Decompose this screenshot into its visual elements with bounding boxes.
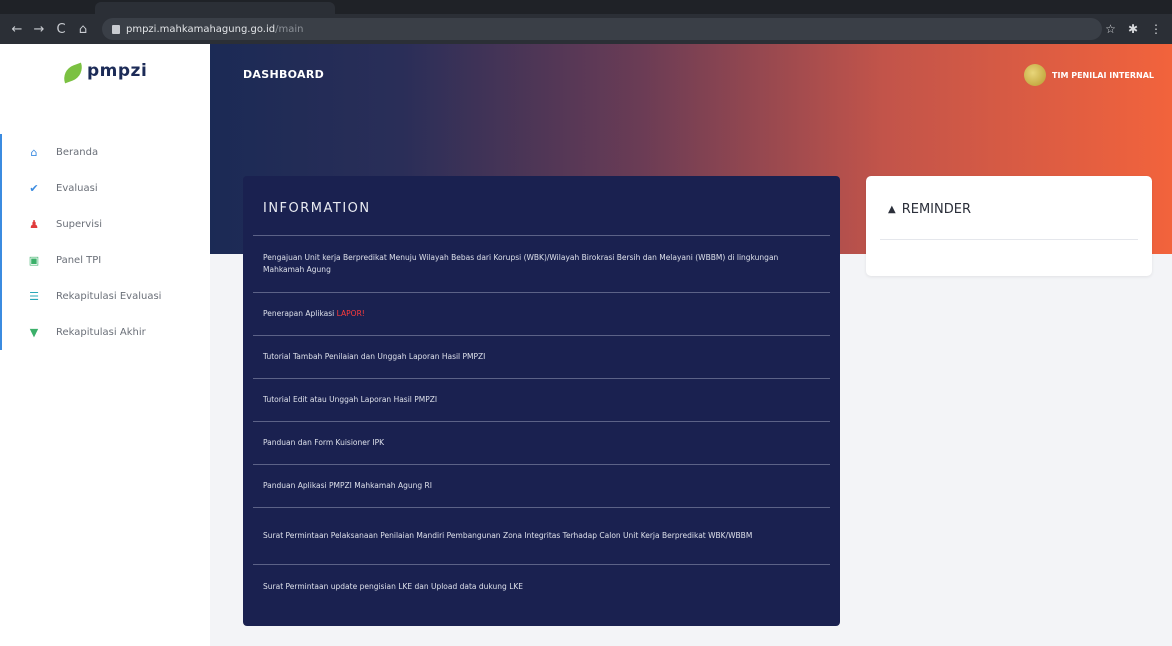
information-link-label[interactable]: Tutorial Edit atau Unggah Laporan Hasil … bbox=[263, 395, 437, 404]
information-link[interactable]: Tutorial Edit atau Unggah Laporan Hasil … bbox=[253, 379, 830, 422]
browser-menu-icon[interactable]: ⋮ bbox=[1150, 22, 1162, 36]
bell-icon: ▲ bbox=[888, 204, 896, 215]
check-icon: ✔ bbox=[29, 181, 39, 195]
sidebar-item-rekapitulasi-evaluasi[interactable]: ☰ Rekapitulasi Evaluasi bbox=[2, 278, 210, 314]
url-host: pmpzi.mahkamahagung.go.id bbox=[126, 23, 276, 35]
user-icon: ♟ bbox=[29, 217, 39, 231]
browser-tab[interactable] bbox=[95, 2, 335, 14]
information-title: INFORMATION bbox=[253, 176, 830, 236]
sidebar-item-label: Panel TPI bbox=[56, 254, 102, 266]
information-link-text[interactable]: Panduan Aplikasi PMPZI Mahkamah Agung RI bbox=[263, 480, 432, 492]
home-icon: ⌂ bbox=[30, 145, 38, 159]
tab-strip bbox=[0, 0, 1172, 14]
information-link-label[interactable]: Panduan dan Form Kuisioner IPK bbox=[263, 438, 384, 447]
user-menu[interactable]: TIM PENILAI INTERNAL bbox=[1024, 64, 1154, 86]
reminder-header: ▲ REMINDER bbox=[866, 176, 1152, 217]
information-link[interactable]: Penerapan Aplikasi LAPOR! bbox=[253, 293, 830, 336]
list-icon: ☰ bbox=[29, 289, 39, 303]
highlight-text[interactable]: LAPOR! bbox=[337, 309, 365, 318]
information-link[interactable]: Surat Permintaan Pelaksanaan Penilaian M… bbox=[253, 508, 830, 565]
extensions-icon[interactable]: ✱ bbox=[1128, 22, 1138, 36]
information-link-label[interactable]: Penerapan Aplikasi bbox=[263, 309, 337, 318]
reload-icon[interactable]: C bbox=[50, 22, 72, 37]
url-path: /main bbox=[275, 23, 304, 35]
logo[interactable]: pmpzi bbox=[60, 61, 148, 84]
information-link-label[interactable]: Tutorial Tambah Penilaian dan Unggah Lap… bbox=[263, 352, 485, 361]
user-name[interactable]: TIM PENILAI INTERNAL bbox=[1052, 71, 1154, 80]
lock-icon bbox=[112, 24, 120, 34]
information-link[interactable]: Surat Permintaan update pengisian LKE da… bbox=[253, 565, 830, 608]
url-input[interactable]: pmpzi.mahkamahagung.go.id/main bbox=[102, 18, 1102, 40]
sidebar: pmpzi ⌂ Beranda ✔ Evaluasi ♟ Supervisi ▣ Panel … bbox=[0, 44, 210, 646]
information-link-text[interactable]: Pengajuan Unit kerja Berpredikat Menuju … bbox=[263, 252, 820, 276]
sidebar-item-label: Supervisi bbox=[56, 218, 102, 230]
information-link-text[interactable]: Penerapan Aplikasi LAPOR! bbox=[263, 308, 365, 320]
information-link-text[interactable]: Tutorial Tambah Penilaian dan Unggah Lap… bbox=[263, 351, 485, 363]
reminder-card: ▲ REMINDER bbox=[866, 176, 1152, 276]
sidebar-menu: ⌂ Beranda ✔ Evaluasi ♟ Supervisi ▣ Panel TPI ☰ Re… bbox=[0, 134, 210, 350]
reminder-title: REMINDER bbox=[901, 202, 971, 217]
logo-leaf-icon bbox=[60, 62, 86, 84]
home-icon[interactable]: ⌂ bbox=[72, 22, 94, 37]
information-list: Pengajuan Unit kerja Berpredikat Menuju … bbox=[243, 236, 840, 608]
briefcase-icon: ▣ bbox=[28, 253, 40, 267]
address-bar-row: ← → C ⌂ pmpzi.mahkamahagung.go.id/main ☆… bbox=[0, 14, 1172, 44]
sidebar-item-beranda[interactable]: ⌂ Beranda bbox=[2, 134, 210, 170]
information-link[interactable]: Pengajuan Unit kerja Berpredikat Menuju … bbox=[253, 236, 830, 293]
back-icon[interactable]: ← bbox=[6, 22, 28, 37]
information-link[interactable]: Panduan Aplikasi PMPZI Mahkamah Agung RI bbox=[253, 465, 830, 508]
information-card: INFORMATION Pengajuan Unit kerja Berpred… bbox=[243, 176, 840, 626]
sidebar-item-label: Evaluasi bbox=[56, 182, 98, 194]
sidebar-item-evaluasi[interactable]: ✔ Evaluasi bbox=[2, 170, 210, 206]
sidebar-item-panel-tpi[interactable]: ▣ Panel TPI bbox=[2, 242, 210, 278]
sidebar-item-rekapitulasi-akhir[interactable]: ▼ Rekapitulasi Akhir bbox=[2, 314, 210, 350]
browser-chrome: ← → C ⌂ pmpzi.mahkamahagung.go.id/main ☆… bbox=[0, 0, 1172, 44]
information-link-text[interactable]: Surat Permintaan update pengisian LKE da… bbox=[263, 581, 523, 593]
sidebar-item-label: Rekapitulasi Akhir bbox=[56, 326, 146, 338]
logo-text: pmpzi bbox=[87, 61, 148, 81]
forward-icon[interactable]: → bbox=[28, 22, 50, 37]
information-link-label[interactable]: Pengajuan Unit kerja Berpredikat Menuju … bbox=[263, 253, 778, 274]
information-link-text[interactable]: Tutorial Edit atau Unggah Laporan Hasil … bbox=[263, 394, 437, 406]
sidebar-item-label: Beranda bbox=[56, 146, 99, 158]
avatar[interactable] bbox=[1024, 64, 1047, 86]
information-link-label[interactable]: Surat Permintaan update pengisian LKE da… bbox=[263, 582, 523, 591]
trophy-icon: ▼ bbox=[29, 325, 39, 339]
sidebar-item-label: Rekapitulasi Evaluasi bbox=[56, 290, 162, 302]
information-link-text[interactable]: Panduan dan Form Kuisioner IPK bbox=[263, 437, 384, 449]
sidebar-item-supervisi[interactable]: ♟ Supervisi bbox=[2, 206, 210, 242]
information-link-label[interactable]: Surat Permintaan Pelaksanaan Penilaian M… bbox=[263, 531, 752, 540]
information-link-label[interactable]: Panduan Aplikasi PMPZI Mahkamah Agung RI bbox=[263, 481, 432, 490]
information-link-text[interactable]: Surat Permintaan Pelaksanaan Penilaian M… bbox=[263, 530, 752, 542]
information-link[interactable]: Panduan dan Form Kuisioner IPK bbox=[253, 422, 830, 465]
page-title: DASHBOARD bbox=[243, 68, 325, 81]
bookmark-star-icon[interactable]: ☆ bbox=[1105, 22, 1116, 36]
information-link[interactable]: Tutorial Tambah Penilaian dan Unggah Lap… bbox=[253, 336, 830, 379]
browser-actions: ☆ ✱ ⋮ bbox=[1105, 22, 1162, 36]
divider bbox=[880, 239, 1138, 240]
